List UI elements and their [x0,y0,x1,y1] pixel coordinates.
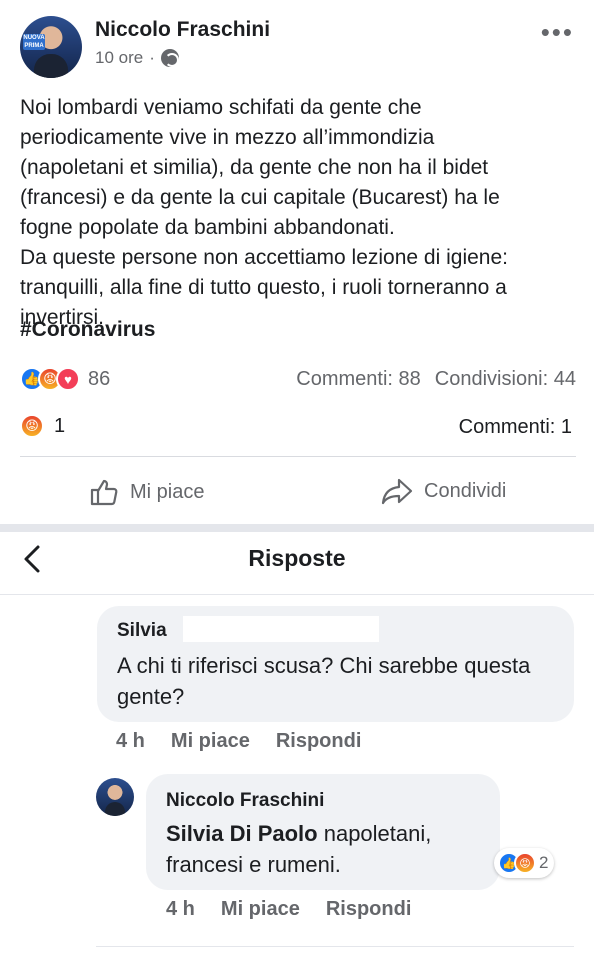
hashtag-link[interactable]: #Coronavirus [20,318,155,342]
reply-actions: 4 h Mi piace Rispondi [166,898,411,921]
redacted-name [183,616,379,642]
reply-reaction-count: 2 [539,853,549,872]
comments-count[interactable]: Commenti: 88 [296,368,421,391]
reply-bubble[interactable]: Niccolo Fraschini Silvia Di Paolo napole… [146,774,500,890]
comment-author[interactable]: Silvia [117,620,167,642]
section-separator [0,524,594,532]
love-reaction-icon: ♥ [56,367,80,391]
replies-header: Risposte [0,532,594,590]
angry-reaction-icon: 😡 [20,414,44,438]
divider [96,946,574,947]
post-text-line: tranquilli, alla fine di tutto questo, i… [20,276,507,299]
post-text: Noi lombardi veniamo schifati da gente c… [20,93,580,333]
share-arrow-icon [381,478,413,505]
comment-text: A chi ti riferisci scusa? Chi sarebbe qu… [117,653,531,709]
like-label: Mi piace [130,480,205,503]
replies-title: Risposte [248,545,346,571]
post-text-line: periodicamente vive in mezzo all’immondi… [20,126,435,149]
post-text-line: (francesi) e da gente la cui capitale (B… [20,186,500,209]
post-text-line: fogne popolate da bambini abbandonati. [20,216,395,239]
comment-bubble[interactable]: Silvia A chi ti riferisci scusa? Chi sar… [97,606,574,722]
post-time[interactable]: 10 ore [95,48,143,68]
reply-text: Silvia Di Paolo napoletani, francesi e r… [166,818,486,880]
comment-like-button[interactable]: Mi piace [171,730,250,753]
divider [20,456,576,457]
shares-count[interactable]: Condivisioni: 44 [435,368,576,391]
globe-icon [160,49,179,67]
thumbs-up-icon [90,479,118,506]
like-button[interactable]: Mi piace [88,476,204,508]
post-meta: 10 ore · [95,48,179,68]
sub-reaction-summary[interactable]: 😡 1 [20,414,65,438]
reply-time: 4 h [166,898,195,920]
comment-actions: 4 h Mi piace Rispondi [116,730,361,753]
more-options-icon[interactable]: ••• [541,19,574,45]
post-actions: Mi piace Condividi [0,470,594,514]
reactions-summary: 👍 😡 ♥ 86 Commenti: 88 Condivisioni: 44 [20,364,576,394]
divider [0,594,594,595]
meta-separator: · [149,48,155,67]
share-label: Condividi [424,479,507,502]
post-header: NUOVA PRIMA Niccolo Fraschini 10 ore · •… [0,0,594,90]
post-author[interactable]: Niccolo Fraschini [95,18,270,42]
comment-reply-button[interactable]: Rispondi [276,730,362,753]
author-avatar[interactable]: NUOVA PRIMA [20,16,82,78]
share-button[interactable]: Condividi [380,476,506,506]
angry-count: 1 [54,414,66,437]
reply-like-button[interactable]: Mi piace [221,898,300,921]
reply-reply-button[interactable]: Rispondi [326,898,412,921]
avatar-badge: NUOVA PRIMA [23,34,45,50]
angry-reaction-icon: 😡 [514,852,536,874]
reply-author[interactable]: Niccolo Fraschini [166,790,324,812]
post-text-line: Noi lombardi veniamo schifati da gente c… [20,96,422,119]
reaction-count[interactable]: 86 [88,368,110,391]
engagement-counts: Commenti: 88 Condivisioni: 44 [296,368,576,391]
mention-link[interactable]: Silvia Di Paolo [166,821,318,846]
comment-time: 4 h [116,730,145,752]
sub-comments-count[interactable]: Commenti: 1 [459,416,572,439]
post-text-line: Da queste persone non accettiamo lezione… [20,246,508,269]
reaction-icons[interactable]: 👍 😡 ♥ [20,367,80,391]
post-text-line: (napoletani et similia), da gente che no… [20,156,489,179]
reply-author-avatar[interactable] [96,778,134,816]
reply-reactions[interactable]: 👍 😡 2 [494,848,555,878]
